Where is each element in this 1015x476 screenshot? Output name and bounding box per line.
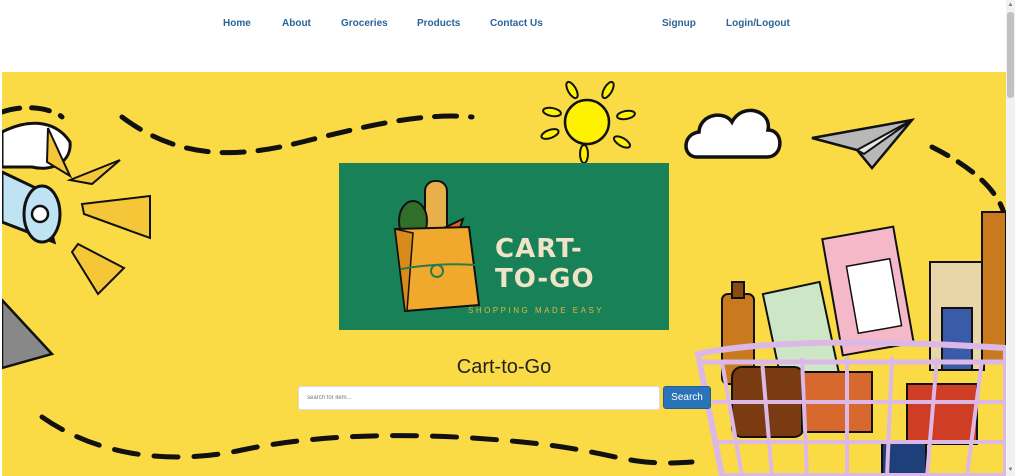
top-navigation: Home About Groceries Products Contact Us… <box>0 0 1006 72</box>
dashed-path-top <box>119 113 475 156</box>
paper-plane-icon <box>811 118 916 170</box>
nav-home-link[interactable]: Home <box>223 18 251 29</box>
nav-contact-link[interactable]: Contact Us <box>490 18 543 29</box>
scroll-thumb[interactable] <box>1007 12 1014 98</box>
nav-login-logout-link[interactable]: Login/Logout <box>726 18 790 29</box>
brand-logo: CART- TO-GO SHOPPING MADE EASY <box>339 163 669 330</box>
shopping-cart-icon <box>694 211 1006 476</box>
scroll-down-arrow-icon[interactable]: ▼ <box>1007 466 1014 475</box>
sun-icon <box>540 80 636 164</box>
megaphone-icon <box>2 121 151 370</box>
nav-groceries-link[interactable]: Groceries <box>341 18 388 29</box>
scroll-up-arrow-icon[interactable]: ▲ <box>1007 1 1014 10</box>
nav-about-link[interactable]: About <box>282 18 311 29</box>
logo-tagline: SHOPPING MADE EASY <box>468 306 605 315</box>
dashed-path-bottom <box>39 414 695 466</box>
cloud-icon <box>684 108 782 159</box>
hero-banner: CART- TO-GO SHOPPING MADE EASY <box>2 72 1006 476</box>
page-scrollbar[interactable]: ▲ ▼ <box>1006 0 1015 476</box>
logo-line-2: TO-GO <box>495 264 595 294</box>
nav-signup-link[interactable]: Signup <box>662 18 696 29</box>
dashed-path-right <box>929 144 1006 225</box>
nav-products-link[interactable]: Products <box>417 18 460 29</box>
search-button[interactable]: Search <box>663 386 711 409</box>
search-input[interactable] <box>298 386 660 410</box>
logo-line-1: CART- <box>495 234 583 264</box>
page-title: Cart-to-Go <box>456 356 552 378</box>
